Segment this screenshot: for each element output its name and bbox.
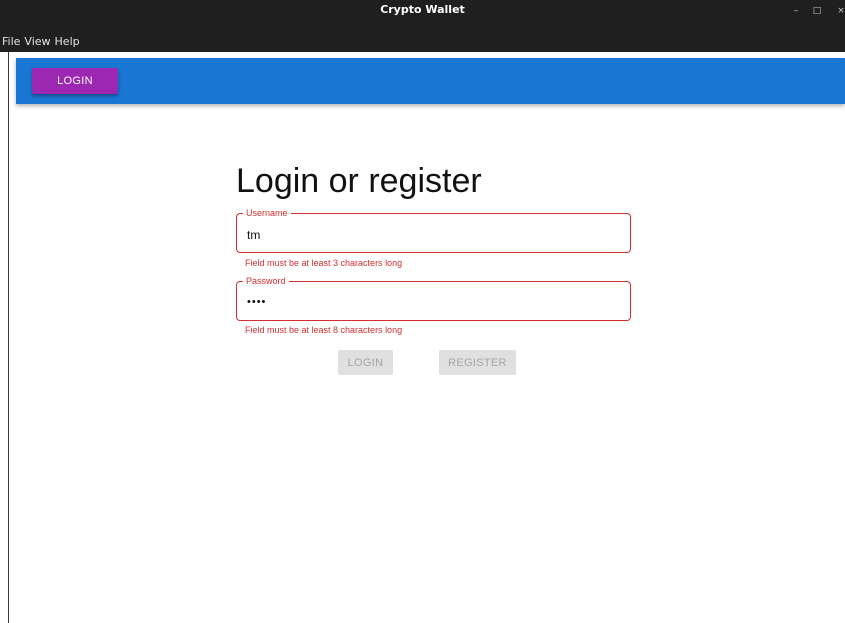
window-title: Crypto Wallet — [380, 3, 465, 16]
password-label: Password — [243, 275, 289, 287]
title-bar: Crypto Wallet – □ × — [0, 0, 845, 30]
username-label: Username — [243, 207, 291, 219]
menu-file[interactable]: File — [1, 35, 23, 48]
username-input[interactable]: tm — [247, 228, 260, 242]
username-error: Field must be at least 3 characters long — [245, 258, 403, 268]
username-field[interactable]: Username tm — [236, 207, 631, 253]
password-field[interactable]: Password •••• — [236, 275, 631, 321]
menu-bar: File View Help — [0, 30, 845, 52]
maximize-icon[interactable]: □ — [808, 3, 826, 19]
app-bar: LOGIN — [16, 58, 845, 104]
register-button[interactable]: REGISTER — [439, 350, 516, 375]
page-title: Login or register — [236, 162, 482, 200]
menu-help[interactable]: Help — [54, 35, 83, 48]
minimize-icon[interactable]: – — [787, 3, 805, 19]
appbar-login-button[interactable]: LOGIN — [32, 68, 118, 94]
password-error: Field must be at least 8 characters long — [245, 325, 403, 335]
window-left-border — [8, 52, 9, 623]
password-input[interactable]: •••• — [247, 295, 266, 309]
app-window: Crypto Wallet – □ × File View Help LOGIN… — [0, 0, 845, 623]
menu-view[interactable]: View — [23, 35, 53, 48]
login-button[interactable]: LOGIN — [338, 350, 393, 375]
close-icon[interactable]: × — [832, 3, 845, 19]
